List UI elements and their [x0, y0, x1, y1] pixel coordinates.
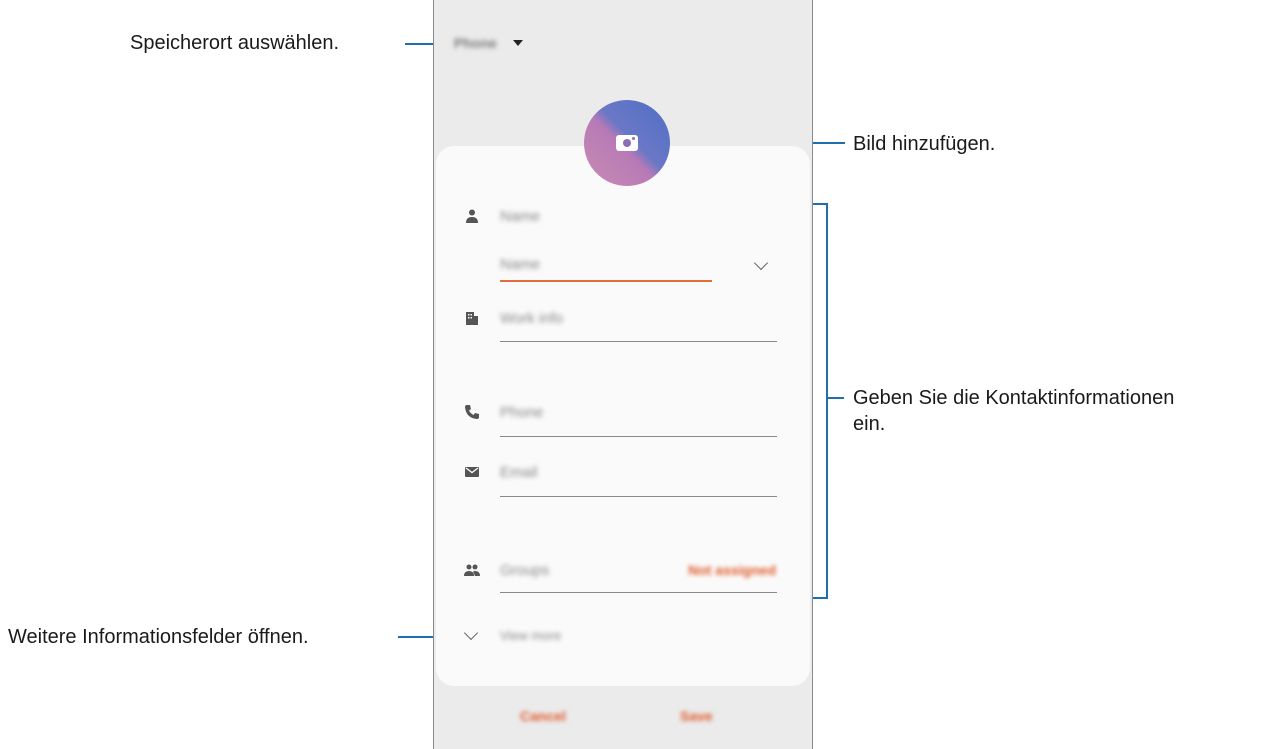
- phone-icon: [465, 405, 479, 419]
- name-input-underline: [500, 280, 712, 282]
- email-underline: [500, 496, 777, 497]
- callout-storage: Speicherort auswählen.: [130, 32, 340, 54]
- callout-photo: Bild hinzufügen.: [853, 133, 996, 155]
- phone-field[interactable]: Phone: [500, 404, 543, 421]
- building-icon: [466, 312, 478, 325]
- email-field[interactable]: Email: [500, 464, 538, 481]
- email-icon: [465, 467, 479, 477]
- work-info-underline: [500, 341, 777, 342]
- work-info-field[interactable]: Work info: [500, 310, 563, 327]
- callout-more-fields: Weitere Informationsfelder öffnen.: [8, 626, 309, 648]
- phone-underline: [500, 436, 777, 437]
- dropdown-arrow-icon: [512, 40, 523, 46]
- callout-contact-info: Geben Sie die Kontaktinformationen ein.: [853, 387, 1175, 435]
- person-icon: [466, 209, 478, 223]
- storage-location-label: Phone: [454, 35, 497, 51]
- groups-underline: [500, 592, 777, 593]
- add-photo-button[interactable]: [584, 100, 670, 186]
- save-button[interactable]: Save: [680, 708, 713, 724]
- groups-icon: [464, 564, 480, 576]
- storage-location-selector[interactable]: Phone: [454, 35, 523, 51]
- name-header-label: Name: [500, 208, 541, 225]
- cancel-button[interactable]: Cancel: [520, 708, 566, 724]
- expand-name-chevron-icon[interactable]: [753, 255, 769, 271]
- phone-screen: Phone Name Name Work info Phone Email Gr…: [433, 0, 813, 749]
- groups-label: Groups: [500, 562, 550, 579]
- camera-icon: [616, 135, 638, 151]
- groups-value: Not assigned: [688, 562, 776, 578]
- view-more-label: View more: [500, 628, 562, 643]
- name-input[interactable]: Name: [500, 256, 540, 273]
- callout-contact-info-line: [826, 397, 844, 399]
- view-more-chevron-icon: [463, 625, 479, 641]
- contact-form-card: Name Name Work info Phone Email Groups N…: [436, 100, 810, 686]
